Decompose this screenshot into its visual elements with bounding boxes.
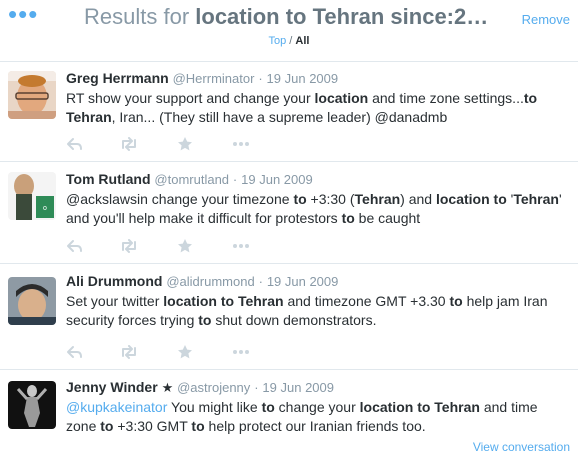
meta-separator: ·: [258, 71, 263, 86]
tweet-header: Jenny Winder ★ @astrojenny · 19 Jun 2009: [66, 379, 334, 396]
highlight-term: to: [523, 90, 538, 106]
avatar[interactable]: o: [8, 172, 56, 220]
user-name[interactable]: Ali Drummond: [66, 273, 162, 289]
remove-button[interactable]: Remove: [522, 12, 570, 27]
filter-top-link[interactable]: Top: [269, 35, 287, 47]
tweet-date[interactable]: 19 Jun 2009: [267, 274, 339, 289]
tweet-actions: [66, 345, 306, 359]
user-name[interactable]: Tom Rutland: [66, 171, 151, 187]
text-segment: be caught: [354, 210, 421, 226]
retweet-icon[interactable]: [120, 345, 138, 359]
highlight-term: location: [163, 293, 217, 309]
avatar[interactable]: [8, 277, 56, 325]
text-segment: You might like: [167, 399, 262, 415]
tweet-date[interactable]: 19 Jun 2009: [262, 380, 334, 395]
tweet-text: RT show your support and change your loc…: [66, 89, 571, 127]
highlight-term: to: [100, 418, 114, 434]
avatar[interactable]: [8, 381, 56, 429]
search-header: ••• Results for location to Tehran since…: [0, 0, 578, 62]
more-dots-icon[interactable]: •••: [8, 1, 38, 27]
text-segment: +3:30 (: [306, 191, 355, 207]
more-icon[interactable]: [232, 345, 250, 359]
highlight-term: Tehran: [513, 191, 559, 207]
meta-separator: ·: [258, 274, 263, 289]
reply-icon[interactable]: [66, 345, 84, 359]
filter-toggle: Top / All: [0, 35, 578, 47]
tweet-date[interactable]: 19 Jun 2009: [267, 71, 339, 86]
user-handle[interactable]: @Herrminator: [173, 71, 255, 86]
view-conversation-link[interactable]: View conversation: [473, 440, 570, 454]
highlight-term: to: [198, 312, 212, 328]
star-icon[interactable]: [176, 239, 194, 253]
tweet-text: Set your twitter location to Tehran and …: [66, 292, 571, 330]
filter-all-link[interactable]: All: [295, 35, 309, 47]
tweet-text: @kupkakeinator You might like to change …: [66, 398, 571, 436]
retweet-icon[interactable]: [120, 137, 138, 151]
mention-link[interactable]: @kupkakeinator: [66, 399, 167, 415]
user-name[interactable]: Greg Herrmann: [66, 70, 169, 86]
text-segment: +3:30 GMT: [113, 418, 192, 434]
user-handle[interactable]: @tomrutland: [154, 172, 229, 187]
highlight-term: Tehran: [354, 191, 401, 207]
text-segment: ) and: [400, 191, 436, 207]
text-segment: help protect our Iranian friends too.: [204, 418, 426, 434]
text-segment: shut down demonstrators.: [211, 312, 377, 328]
highlight-term: to: [293, 191, 307, 207]
highlight-term: location: [359, 399, 414, 415]
verified-star-icon: ★: [161, 380, 174, 395]
meta-separator: ·: [254, 380, 259, 395]
more-icon[interactable]: [232, 137, 250, 151]
title-prefix: Results for: [84, 4, 196, 29]
tweet-date[interactable]: 19 Jun 2009: [241, 172, 313, 187]
tweet-actions: [66, 239, 306, 253]
tweet-text: @ackslawsin change your timezone to +3:3…: [66, 190, 571, 228]
tweet-item[interactable]: Jenny Winder ★ @astrojenny · 19 Jun 2009…: [0, 371, 578, 464]
svg-text:o: o: [43, 205, 47, 212]
reply-icon[interactable]: [66, 239, 84, 253]
highlight-term: to: [220, 293, 235, 309]
text-segment: @ackslawsin change your timezone: [66, 191, 294, 207]
star-icon[interactable]: [176, 345, 194, 359]
avatar[interactable]: [8, 71, 56, 119]
tweet-item[interactable]: Greg Herrmann @Herrminator · 19 Jun 2009…: [0, 62, 578, 162]
tweet-header: Tom Rutland @tomrutland · 19 Jun 2009: [66, 171, 313, 187]
tweet-header: Greg Herrmann @Herrminator · 19 Jun 2009: [66, 70, 338, 86]
highlight-term: to: [493, 191, 507, 207]
highlight-term: Tehran: [434, 399, 480, 415]
highlight-term: to: [449, 293, 463, 309]
highlight-term: to: [417, 399, 431, 415]
more-icon[interactable]: [232, 239, 250, 253]
user-name[interactable]: Jenny Winder: [66, 379, 158, 395]
retweet-icon[interactable]: [120, 239, 138, 253]
title-query: location to Tehran since:2…: [195, 4, 489, 29]
text-segment: , Iran... (They still have a supreme lea…: [111, 109, 448, 125]
tweet-actions: [66, 137, 306, 151]
search-title: Results for location to Tehran since:2…: [84, 4, 494, 30]
user-handle[interactable]: @alidrummond: [166, 274, 254, 289]
highlight-term: to: [261, 399, 275, 415]
text-segment: and timezone GMT +3.30: [283, 293, 450, 309]
text-segment: Set your twitter: [66, 293, 164, 309]
tweet-header: Ali Drummond @alidrummond · 19 Jun 2009: [66, 273, 338, 289]
highlight-term: to: [341, 210, 355, 226]
highlight-term: location: [435, 191, 490, 207]
tweet-item[interactable]: Ali Drummond @alidrummond · 19 Jun 2009 …: [0, 265, 578, 370]
star-icon[interactable]: [176, 137, 194, 151]
reply-icon[interactable]: [66, 137, 84, 151]
text-segment: change your: [274, 399, 360, 415]
meta-separator: ·: [232, 172, 238, 187]
highlight-term: location: [314, 90, 369, 106]
highlight-term: to: [191, 418, 205, 434]
user-handle[interactable]: @astrojenny: [177, 380, 250, 395]
highlight-term: Tehran: [237, 293, 284, 309]
highlight-term: Tehran: [66, 109, 112, 125]
tweet-item[interactable]: o Tom Rutland @tomrutland · 19 Jun 2009 …: [0, 163, 578, 264]
text-segment: and time zone settings...: [368, 90, 524, 106]
text-segment: RT show your support and change your: [66, 90, 315, 106]
